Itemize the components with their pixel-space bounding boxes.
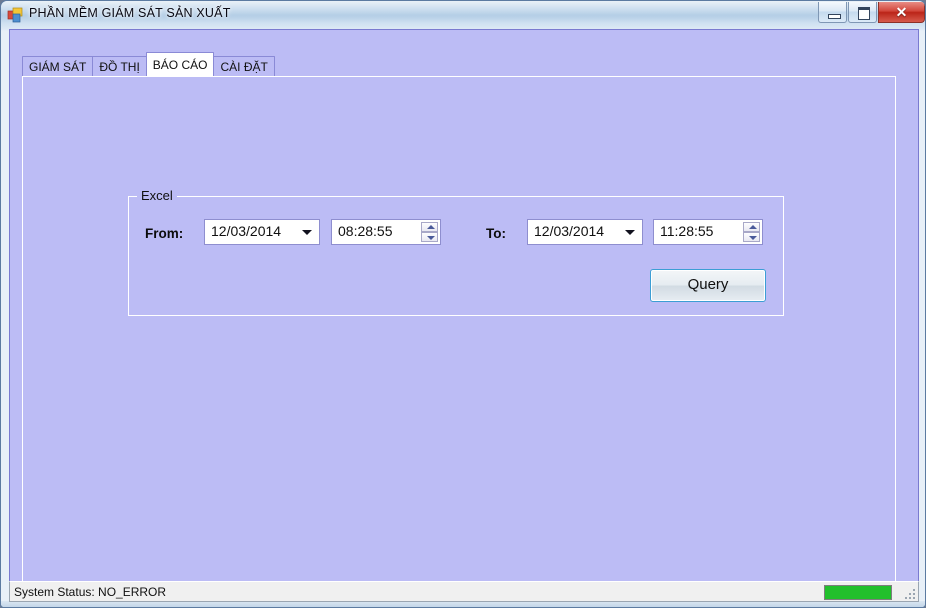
to-time-value: 11:28:55 [660, 223, 714, 239]
from-time-spinner[interactable]: 08:28:55 [331, 219, 441, 245]
from-time-spin-buttons [421, 222, 438, 242]
caret-down-icon [427, 236, 435, 240]
from-time-increment-button[interactable] [421, 222, 438, 232]
to-date-value: 12/03/2014 [534, 223, 605, 239]
chevron-down-icon [302, 230, 312, 235]
application-window: PHẦN MỀM GIÁM SÁT SẢN XUẤT ✕ GIÁM SÁT ĐỒ… [0, 0, 926, 608]
tab-giam-sat[interactable]: GIÁM SÁT [22, 56, 94, 76]
to-time-decrement-button[interactable] [743, 232, 760, 242]
from-date-value: 12/03/2014 [211, 223, 282, 239]
minimize-button[interactable] [818, 2, 847, 23]
tab-panel-bao-cao [22, 76, 896, 588]
to-date-combobox[interactable]: 12/03/2014 [527, 219, 643, 245]
status-bar: System Status: NO_ERROR [9, 581, 919, 602]
maximize-button[interactable] [848, 2, 877, 23]
close-icon: ✕ [895, 4, 908, 20]
to-label: To: [486, 226, 506, 241]
tab-strip: GIÁM SÁT ĐỒ THỊ BÁO CÁO CÀI ĐẶT [22, 52, 275, 76]
tab-bao-cao[interactable]: BÁO CÁO [145, 52, 215, 76]
window-title: PHẦN MỀM GIÁM SÁT SẢN XUẤT [29, 6, 231, 20]
close-button[interactable]: ✕ [878, 2, 925, 23]
caret-down-icon [749, 236, 757, 240]
system-status-text: System Status: NO_ERROR [14, 585, 167, 599]
windows-form-icon [7, 7, 23, 23]
query-button-label: Query [687, 276, 729, 293]
window-controls: ✕ [817, 2, 925, 23]
tab-do-thi[interactable]: ĐỒ THỊ [92, 56, 147, 76]
from-label: From: [145, 226, 184, 241]
tab-cai-dat[interactable]: CÀI ĐẶT [213, 56, 275, 76]
caret-up-icon [749, 225, 757, 229]
chevron-down-icon [625, 230, 635, 235]
client-area: GIÁM SÁT ĐỒ THỊ BÁO CÁO CÀI ĐẶT ATProCoL… [9, 29, 919, 601]
from-time-value: 08:28:55 [338, 223, 393, 239]
status-indicator [824, 585, 892, 600]
excel-group-label: Excel [137, 188, 177, 203]
to-time-spinner[interactable]: 11:28:55 [653, 219, 763, 245]
resize-grip[interactable] [903, 587, 915, 599]
from-date-combobox[interactable]: 12/03/2014 [204, 219, 320, 245]
query-button[interactable]: Query [650, 269, 766, 302]
from-time-decrement-button[interactable] [421, 232, 438, 242]
caret-up-icon [427, 225, 435, 229]
title-bar[interactable]: PHẦN MỀM GIÁM SÁT SẢN XUẤT ✕ [1, 1, 925, 29]
to-time-spin-buttons [743, 222, 760, 242]
to-time-increment-button[interactable] [743, 222, 760, 232]
